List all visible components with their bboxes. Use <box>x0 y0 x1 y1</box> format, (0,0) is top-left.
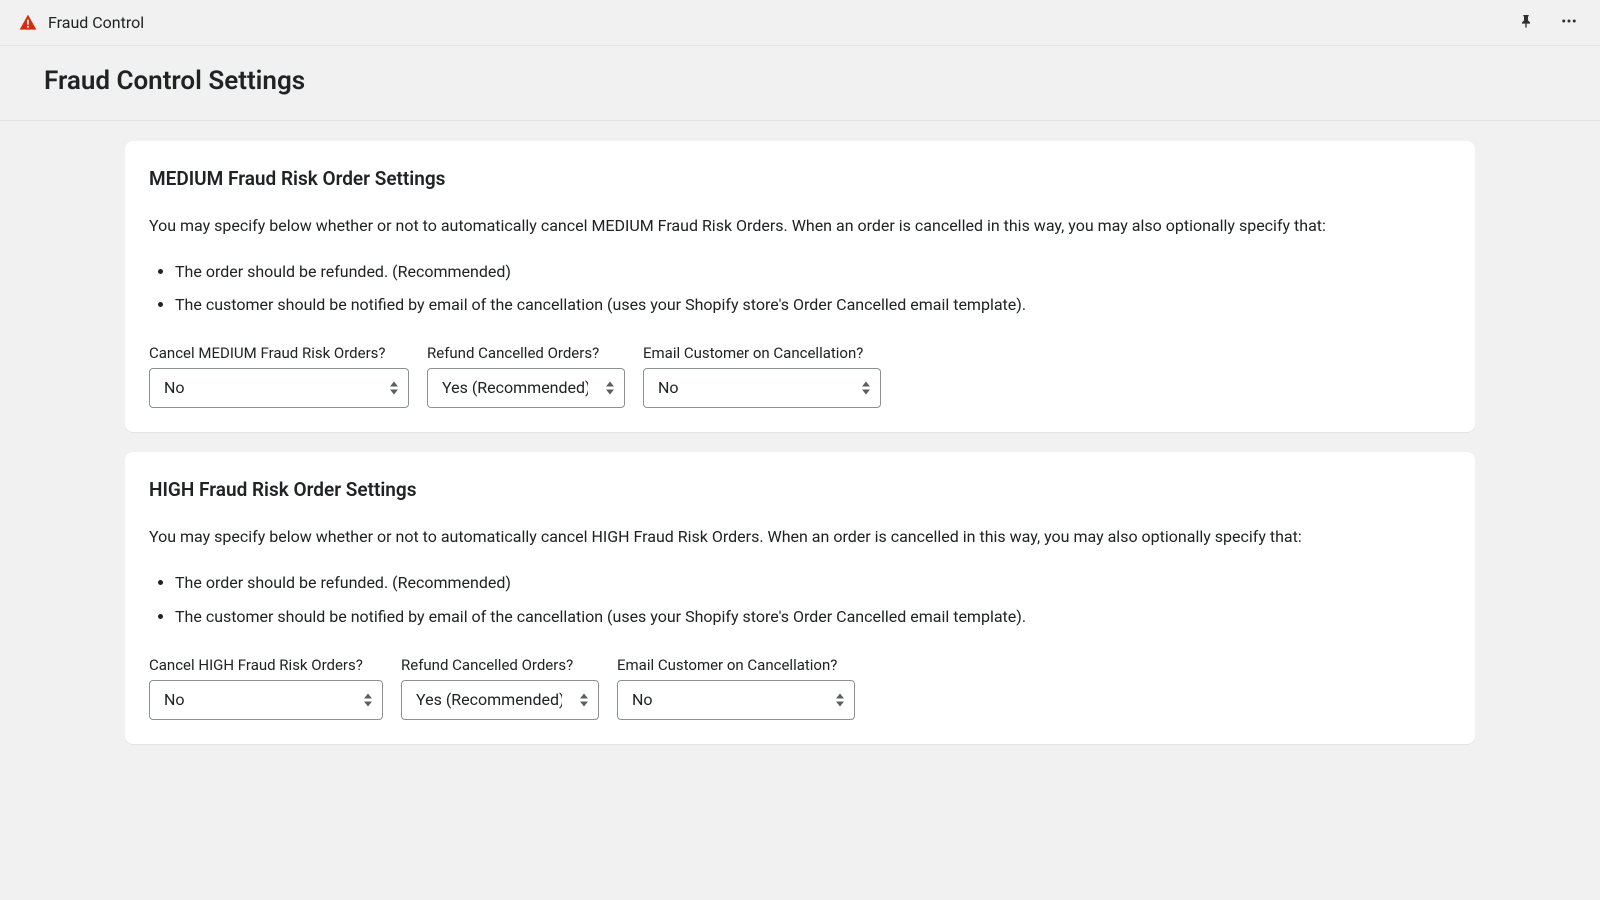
page-header: Fraud Control Settings <box>0 46 1600 121</box>
high-cancel-group: Cancel HIGH Fraud Risk Orders? No <box>149 656 383 720</box>
medium-bullet-list: The order should be refunded. (Recommend… <box>149 258 1451 318</box>
app-name: Fraud Control <box>48 13 144 32</box>
select-wrap: No <box>149 680 383 720</box>
medium-email-label: Email Customer on Cancellation? <box>643 344 881 362</box>
high-cancel-select[interactable]: No <box>149 680 383 720</box>
medium-refund-label: Refund Cancelled Orders? <box>427 344 625 362</box>
medium-selects-row: Cancel MEDIUM Fraud Risk Orders? No Refu… <box>149 344 1451 408</box>
select-wrap: Yes (Recommended) <box>401 680 599 720</box>
list-item: The customer should be notified by email… <box>175 603 1451 630</box>
top-bar: Fraud Control <box>0 0 1600 46</box>
dots-horizontal-icon <box>1560 12 1578 33</box>
content-area: MEDIUM Fraud Risk Order Settings You may… <box>0 121 1600 744</box>
select-wrap: No <box>149 368 409 408</box>
medium-cancel-select[interactable]: No <box>149 368 409 408</box>
high-selects-row: Cancel HIGH Fraud Risk Orders? No Refund… <box>149 656 1451 720</box>
medium-email-select[interactable]: No <box>643 368 881 408</box>
alert-triangle-icon <box>18 13 38 33</box>
high-card-description: You may specify below whether or not to … <box>149 525 1451 549</box>
select-wrap: Yes (Recommended) <box>427 368 625 408</box>
pin-button[interactable] <box>1514 9 1538 36</box>
list-item: The customer should be notified by email… <box>175 291 1451 318</box>
pin-icon <box>1518 13 1534 32</box>
list-item: The order should be refunded. (Recommend… <box>175 569 1451 596</box>
high-bullet-list: The order should be refunded. (Recommend… <box>149 569 1451 629</box>
top-bar-left: Fraud Control <box>18 13 144 33</box>
more-button[interactable] <box>1556 8 1582 37</box>
high-refund-group: Refund Cancelled Orders? Yes (Recommende… <box>401 656 599 720</box>
medium-cancel-group: Cancel MEDIUM Fraud Risk Orders? No <box>149 344 409 408</box>
high-cancel-label: Cancel HIGH Fraud Risk Orders? <box>149 656 383 674</box>
medium-card-title: MEDIUM Fraud Risk Order Settings <box>149 167 1451 190</box>
medium-refund-group: Refund Cancelled Orders? Yes (Recommende… <box>427 344 625 408</box>
high-email-label: Email Customer on Cancellation? <box>617 656 855 674</box>
select-wrap: No <box>643 368 881 408</box>
select-wrap: No <box>617 680 855 720</box>
medium-risk-card: MEDIUM Fraud Risk Order Settings You may… <box>125 141 1475 432</box>
high-email-select[interactable]: No <box>617 680 855 720</box>
top-bar-right <box>1514 8 1582 37</box>
medium-card-description: You may specify below whether or not to … <box>149 214 1451 238</box>
medium-email-group: Email Customer on Cancellation? No <box>643 344 881 408</box>
medium-cancel-label: Cancel MEDIUM Fraud Risk Orders? <box>149 344 409 362</box>
high-email-group: Email Customer on Cancellation? No <box>617 656 855 720</box>
page-title: Fraud Control Settings <box>44 66 1556 96</box>
high-refund-label: Refund Cancelled Orders? <box>401 656 599 674</box>
high-risk-card: HIGH Fraud Risk Order Settings You may s… <box>125 452 1475 743</box>
list-item: The order should be refunded. (Recommend… <box>175 258 1451 285</box>
medium-refund-select[interactable]: Yes (Recommended) <box>427 368 625 408</box>
high-refund-select[interactable]: Yes (Recommended) <box>401 680 599 720</box>
high-card-title: HIGH Fraud Risk Order Settings <box>149 478 1451 501</box>
